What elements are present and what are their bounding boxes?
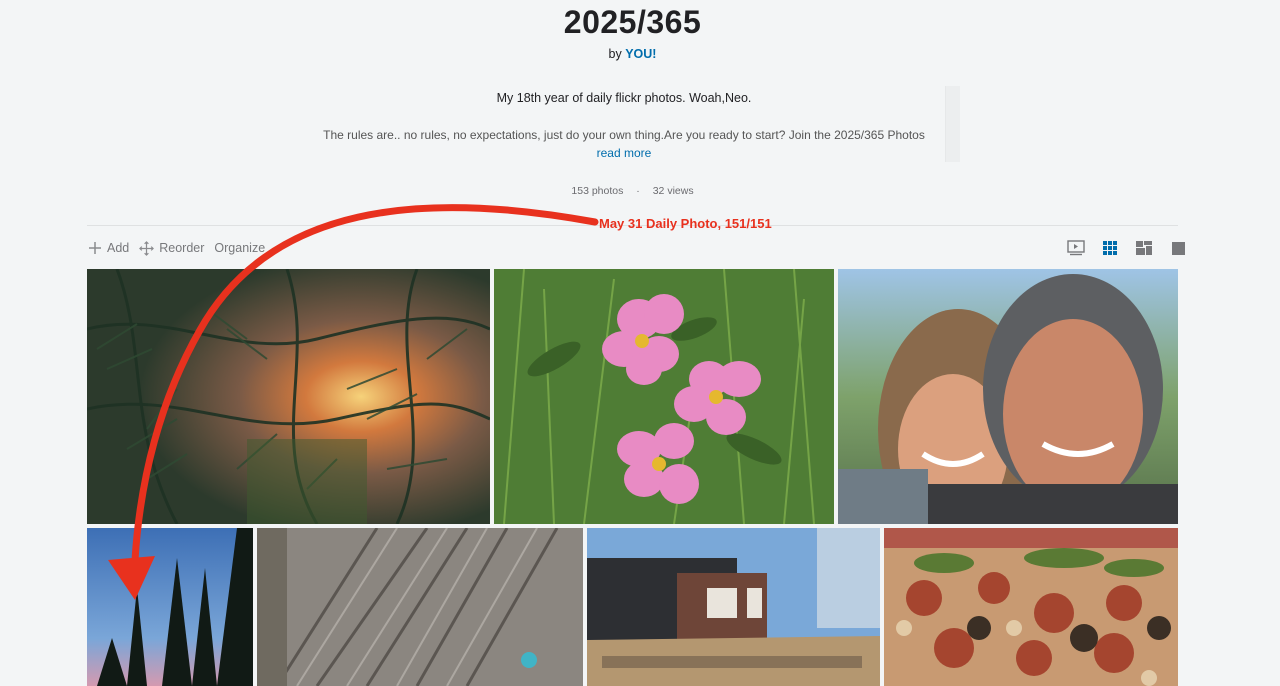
- move-arrows-icon: [139, 240, 155, 256]
- add-label: Add: [107, 241, 130, 255]
- mosaic-icon: [1136, 241, 1152, 255]
- album-stats: 153 photos · 32 views: [0, 185, 1265, 197]
- single-view-icon: [1171, 241, 1185, 255]
- grid-icon: [1103, 241, 1117, 255]
- slideshow-view-button[interactable]: [1066, 239, 1086, 257]
- view-mode-switcher: [1052, 239, 1188, 257]
- slideshow-icon: [1067, 240, 1085, 256]
- plus-icon: [89, 242, 101, 254]
- single-view-button[interactable]: [1168, 239, 1188, 257]
- grid-view-button[interactable]: [1100, 239, 1120, 257]
- organize-label: Organize: [214, 241, 266, 255]
- photo-tile[interactable]: [87, 269, 490, 524]
- photo-tile[interactable]: [494, 269, 834, 524]
- mosaic-view-button[interactable]: [1134, 239, 1154, 257]
- album-description: My 18th year of daily flickr photos. Woa…: [300, 86, 960, 162]
- add-button[interactable]: Add: [88, 241, 129, 255]
- photo-tile[interactable]: [838, 269, 1178, 524]
- album-byline: by YOU!: [0, 47, 1265, 61]
- organize-button[interactable]: Organize: [214, 241, 265, 255]
- reorder-button[interactable]: Reorder: [139, 240, 205, 256]
- reorder-label: Reorder: [159, 241, 205, 255]
- description-scrollbar[interactable]: [945, 86, 960, 162]
- description-line-2: The rules are.. no rules, no expectation…: [323, 128, 925, 142]
- read-more-link[interactable]: read more: [300, 146, 948, 160]
- view-count: 32 views: [652, 185, 694, 197]
- photo-tile[interactable]: [587, 528, 880, 686]
- album-toolbar: Add Reorder Organize: [88, 239, 275, 257]
- album-title: 2025/365: [563, 4, 702, 40]
- photo-tile[interactable]: [884, 528, 1178, 686]
- photo-tile[interactable]: [87, 528, 253, 686]
- photo-tile[interactable]: [257, 528, 583, 686]
- by-prefix: by: [608, 47, 622, 61]
- annotation-label: May 31 Daily Photo, 151/151: [599, 216, 772, 231]
- stats-separator: ·: [636, 185, 640, 197]
- owner-link[interactable]: YOU!: [625, 47, 656, 61]
- photo-count: 153 photos: [571, 185, 624, 197]
- description-line-1: My 18th year of daily flickr photos. Woa…: [496, 91, 752, 105]
